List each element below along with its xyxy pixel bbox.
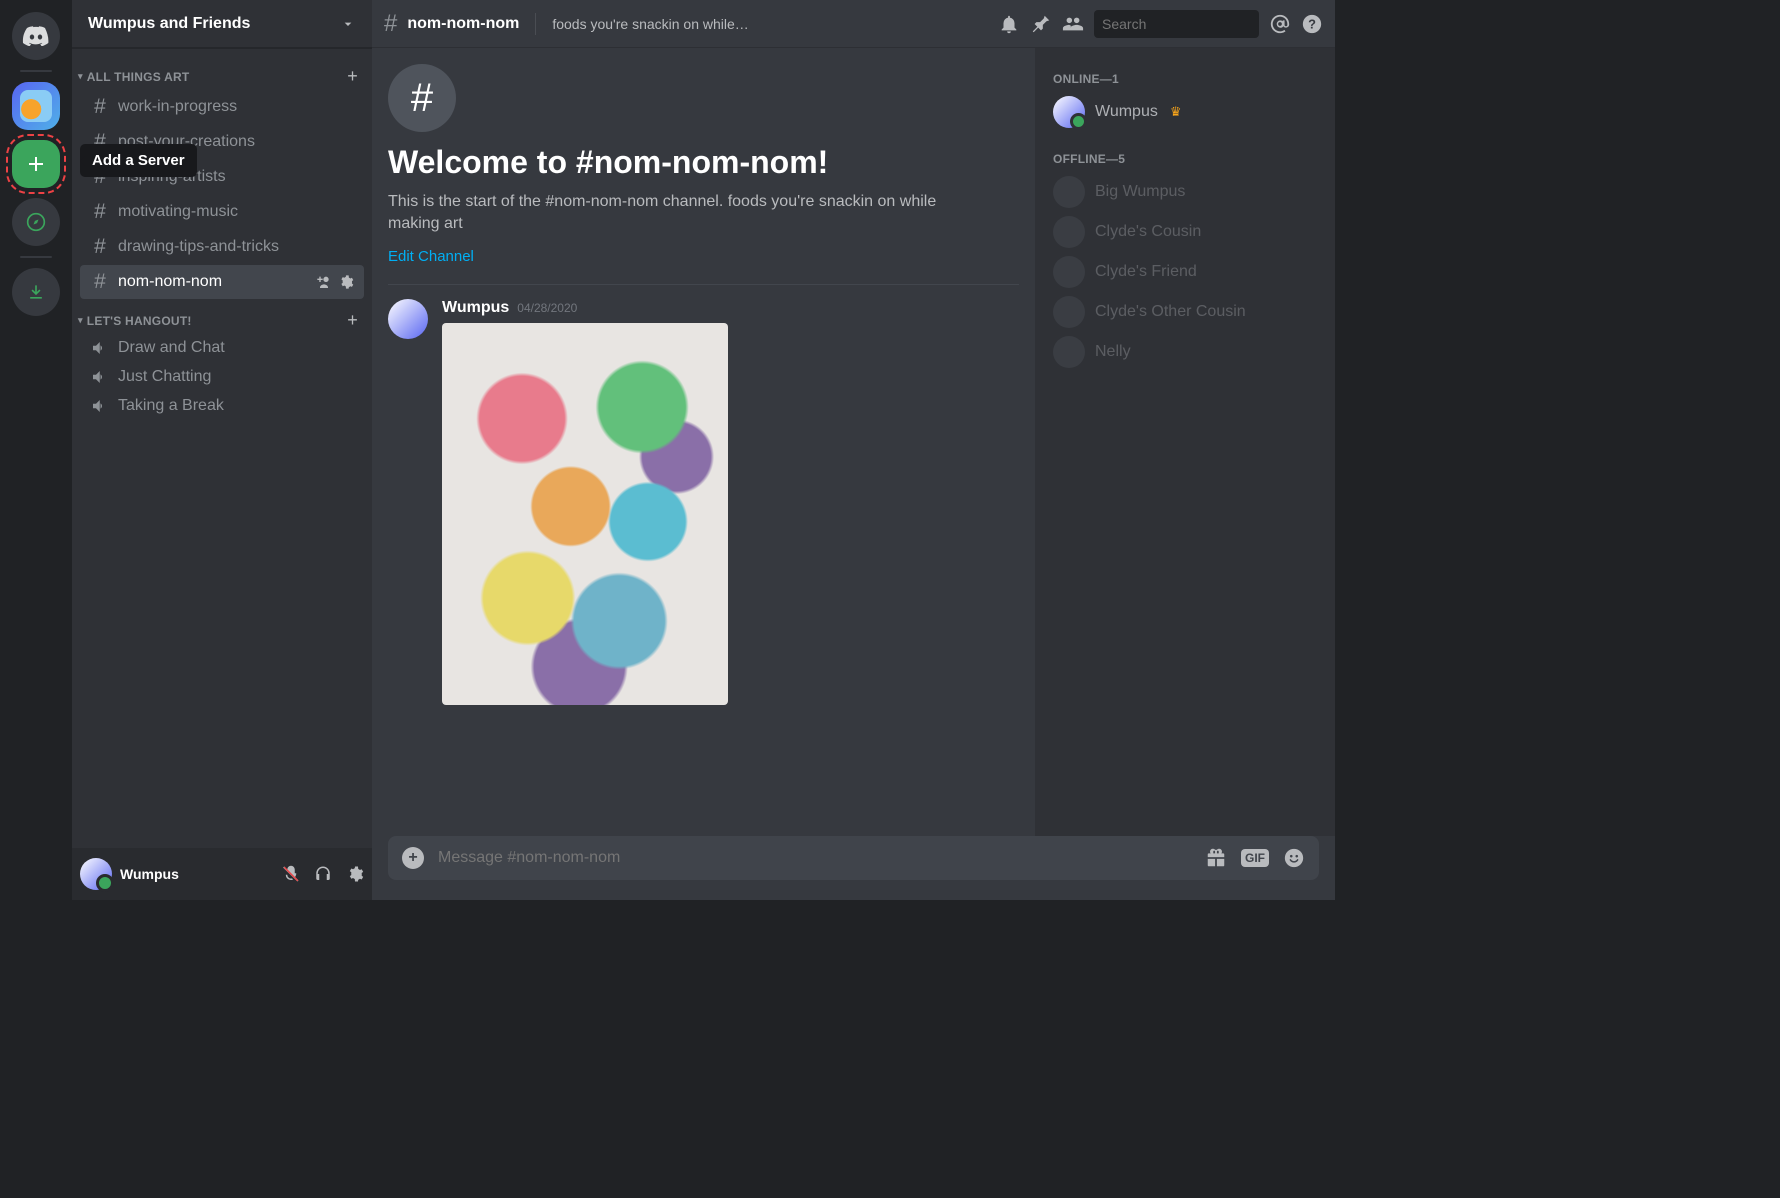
mentions-icon[interactable] [1269, 13, 1291, 35]
chevron-down-icon [340, 16, 356, 32]
discord-logo-icon [22, 26, 50, 46]
hash-icon: # [90, 95, 110, 119]
avatar [1053, 296, 1085, 328]
add-server-button[interactable] [12, 140, 60, 188]
hash-icon: # [90, 200, 110, 224]
hash-icon: # [388, 64, 456, 132]
channel-topic[interactable]: foods you're snackin on while… [552, 16, 748, 32]
members-offline-header: OFFLINE—5 [1053, 152, 1317, 166]
download-icon [26, 282, 46, 302]
member-row[interactable]: Big Wumpus [1045, 172, 1325, 212]
mute-icon[interactable] [282, 865, 300, 883]
edit-channel-link[interactable]: Edit Channel [388, 248, 474, 265]
create-channel-button[interactable]: + [347, 66, 358, 87]
svg-text:?: ? [1308, 16, 1316, 31]
avatar [1053, 96, 1085, 128]
gear-icon[interactable] [346, 865, 364, 883]
current-user-name: Wumpus [120, 866, 274, 882]
member-list: ONLINE—1 Wumpus ♛ OFFLINE—5 Big Wumpus C… [1035, 48, 1335, 836]
welcome-body: This is the start of the #nom-nom-nom ch… [388, 191, 948, 236]
category-header[interactable]: ▾ LET'S HANGOUT! + [72, 300, 372, 333]
download-apps-button[interactable] [12, 268, 60, 316]
message-list: # Welcome to #nom-nom-nom! This is the s… [372, 48, 1035, 836]
add-server-tooltip: Add a Server [80, 144, 197, 177]
main-area: # nom-nom-nom foods you're snackin on wh… [372, 0, 1335, 900]
category-name: ALL THINGS ART [87, 70, 190, 84]
user-panel: Wumpus [72, 848, 372, 900]
channel-sidebar: Wumpus and Friends ▾ ALL THINGS ART + #w… [72, 0, 372, 900]
hash-icon: # [90, 270, 110, 294]
pin-icon[interactable] [1030, 13, 1052, 35]
message: Wumpus 04/28/2020 [388, 299, 1019, 705]
gift-icon[interactable] [1205, 847, 1227, 869]
crown-icon: ♛ [1170, 104, 1182, 120]
gif-button[interactable]: GIF [1241, 849, 1269, 867]
speaker-icon [90, 397, 110, 415]
channel-title: nom-nom-nom [407, 15, 519, 33]
hash-icon: # [384, 10, 397, 38]
bell-icon[interactable] [998, 13, 1020, 35]
member-row[interactable]: Nelly [1045, 332, 1325, 372]
headphones-icon[interactable] [314, 865, 332, 883]
message-input[interactable] [438, 849, 1191, 867]
home-button[interactable] [12, 12, 60, 60]
channel-welcome: # Welcome to #nom-nom-nom! This is the s… [388, 64, 1019, 266]
divider [535, 13, 536, 35]
message-author[interactable]: Wumpus [442, 299, 509, 317]
category-header[interactable]: ▾ ALL THINGS ART + [72, 56, 372, 89]
members-icon[interactable] [1062, 13, 1084, 35]
member-row[interactable]: Clyde's Other Cousin [1045, 292, 1325, 332]
attach-button[interactable]: + [402, 847, 424, 869]
member-row[interactable]: Wumpus ♛ [1045, 92, 1325, 132]
channel-text[interactable]: #motivating-music [80, 195, 364, 229]
channel-text[interactable]: #work-in-progress [80, 90, 364, 124]
server-wumpus-and-friends[interactable] [12, 82, 60, 130]
speaker-icon [90, 368, 110, 386]
channel-voice[interactable]: Just Chatting [80, 363, 364, 391]
message-composer: + GIF [372, 836, 1335, 900]
gear-icon[interactable] [338, 274, 354, 290]
member-row[interactable]: Clyde's Cousin [1045, 212, 1325, 252]
avatar[interactable] [388, 299, 428, 339]
search-box[interactable] [1094, 10, 1259, 38]
channel-voice[interactable]: Taking a Break [80, 392, 364, 420]
avatar[interactable] [80, 858, 112, 890]
emoji-icon[interactable] [1283, 847, 1305, 869]
server-name: Wumpus and Friends [88, 15, 250, 33]
compass-icon [26, 212, 46, 232]
speaker-icon [90, 339, 110, 357]
create-channel-button[interactable]: + [347, 310, 358, 331]
search-input[interactable] [1102, 16, 1283, 32]
plus-icon [24, 152, 48, 176]
guilds-column [0, 0, 72, 900]
avatar [1053, 336, 1085, 368]
help-icon[interactable]: ? [1301, 13, 1323, 35]
avatar [1053, 216, 1085, 248]
hash-icon: # [90, 235, 110, 259]
chevron-down-icon: ▾ [78, 315, 83, 326]
message-timestamp: 04/28/2020 [517, 301, 577, 315]
member-row[interactable]: Clyde's Friend [1045, 252, 1325, 292]
channel-topbar: # nom-nom-nom foods you're snackin on wh… [372, 0, 1335, 48]
welcome-heading: Welcome to #nom-nom-nom! [388, 144, 1019, 181]
chevron-down-icon: ▾ [78, 71, 83, 82]
members-online-header: ONLINE—1 [1053, 72, 1317, 86]
divider [388, 284, 1019, 285]
guild-separator [20, 256, 52, 258]
server-header[interactable]: Wumpus and Friends [72, 0, 372, 48]
avatar [1053, 176, 1085, 208]
category-name: LET'S HANGOUT! [87, 314, 192, 328]
invite-icon[interactable] [316, 274, 332, 290]
guild-separator [20, 70, 52, 72]
avatar [1053, 256, 1085, 288]
channel-text[interactable]: #drawing-tips-and-tricks [80, 230, 364, 264]
channel-voice[interactable]: Draw and Chat [80, 334, 364, 362]
image-attachment[interactable] [442, 323, 728, 705]
channel-text-selected[interactable]: # nom-nom-nom [80, 265, 364, 299]
explore-servers-button[interactable] [12, 198, 60, 246]
